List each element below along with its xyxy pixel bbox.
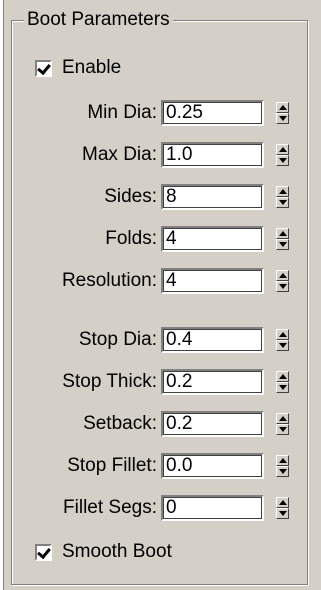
max-dia-spinner[interactable] xyxy=(276,144,289,166)
param-row-stop-thick: Stop Thick: xyxy=(0,369,321,395)
resolution-label: Resolution: xyxy=(61,270,157,291)
resolution-input[interactable] xyxy=(161,268,264,294)
stop-thick-input[interactable] xyxy=(161,369,264,395)
enable-label: Enable xyxy=(62,57,122,78)
smooth-boot-checkbox[interactable] xyxy=(35,543,52,561)
sides-spinner[interactable] xyxy=(276,186,289,208)
param-row-min-dia: Min Dia: xyxy=(0,100,321,126)
spin-down-icon[interactable] xyxy=(276,281,289,292)
spin-down-icon[interactable] xyxy=(276,197,289,208)
setback-input[interactable] xyxy=(161,411,264,437)
max-dia-label: Max Dia: xyxy=(82,144,157,165)
param-row-fillet-segs: Fillet Segs: xyxy=(0,495,321,521)
param-row-sides: Sides: xyxy=(0,184,321,210)
param-row-stop-fillet: Stop Fillet: xyxy=(0,453,321,479)
spin-down-icon[interactable] xyxy=(276,340,289,351)
smooth-boot-label: Smooth Boot xyxy=(62,541,172,562)
param-row-resolution: Resolution: xyxy=(0,268,321,294)
smooth-boot-checkbox-row[interactable]: Smooth Boot xyxy=(35,539,172,565)
stop-dia-spinner[interactable] xyxy=(276,329,289,351)
spin-up-icon[interactable] xyxy=(276,497,289,508)
spin-down-icon[interactable] xyxy=(276,508,289,519)
sides-input[interactable] xyxy=(161,184,264,210)
spin-up-icon[interactable] xyxy=(276,413,289,424)
enable-checkbox[interactable] xyxy=(35,59,52,77)
enable-checkbox-row[interactable]: Enable xyxy=(35,55,121,81)
spin-down-icon[interactable] xyxy=(276,466,289,477)
spin-up-icon[interactable] xyxy=(276,144,289,155)
spin-up-icon[interactable] xyxy=(276,186,289,197)
spin-up-icon[interactable] xyxy=(276,329,289,340)
param-row-max-dia: Max Dia: xyxy=(0,142,321,168)
fillet-segs-spinner[interactable] xyxy=(276,497,289,519)
sides-label: Sides: xyxy=(104,186,157,207)
setback-spinner[interactable] xyxy=(276,413,289,435)
spin-up-icon[interactable] xyxy=(276,455,289,466)
spin-down-icon[interactable] xyxy=(276,113,289,124)
max-dia-input[interactable] xyxy=(161,142,264,168)
group-title: Boot Parameters xyxy=(24,9,173,31)
folds-label: Folds: xyxy=(105,228,157,249)
stop-dia-label: Stop Dia: xyxy=(78,329,157,350)
param-row-stop-dia: Stop Dia: xyxy=(0,327,321,353)
stop-thick-spinner[interactable] xyxy=(276,371,289,393)
spin-down-icon[interactable] xyxy=(276,424,289,435)
spin-down-icon[interactable] xyxy=(276,239,289,250)
fillet-segs-label: Fillet Segs: xyxy=(63,497,157,518)
param-row-setback: Setback: xyxy=(0,411,321,437)
min-dia-spinner[interactable] xyxy=(276,102,289,124)
spin-down-icon[interactable] xyxy=(276,382,289,393)
spin-up-icon[interactable] xyxy=(276,371,289,382)
spin-up-icon[interactable] xyxy=(276,228,289,239)
stop-fillet-label: Stop Fillet: xyxy=(67,455,157,476)
fillet-segs-input[interactable] xyxy=(161,495,264,521)
setback-label: Setback: xyxy=(83,413,157,434)
spin-up-icon[interactable] xyxy=(276,102,289,113)
spin-up-icon[interactable] xyxy=(276,270,289,281)
param-row-folds: Folds: xyxy=(0,226,321,252)
stop-dia-input[interactable] xyxy=(161,327,264,353)
stop-fillet-spinner[interactable] xyxy=(276,455,289,477)
folds-input[interactable] xyxy=(161,226,264,252)
stop-fillet-input[interactable] xyxy=(161,453,264,479)
folds-spinner[interactable] xyxy=(276,228,289,250)
min-dia-input[interactable] xyxy=(161,100,264,126)
spin-down-icon[interactable] xyxy=(276,155,289,166)
min-dia-label: Min Dia: xyxy=(87,102,157,123)
resolution-spinner[interactable] xyxy=(276,270,289,292)
stop-thick-label: Stop Thick: xyxy=(62,371,157,392)
